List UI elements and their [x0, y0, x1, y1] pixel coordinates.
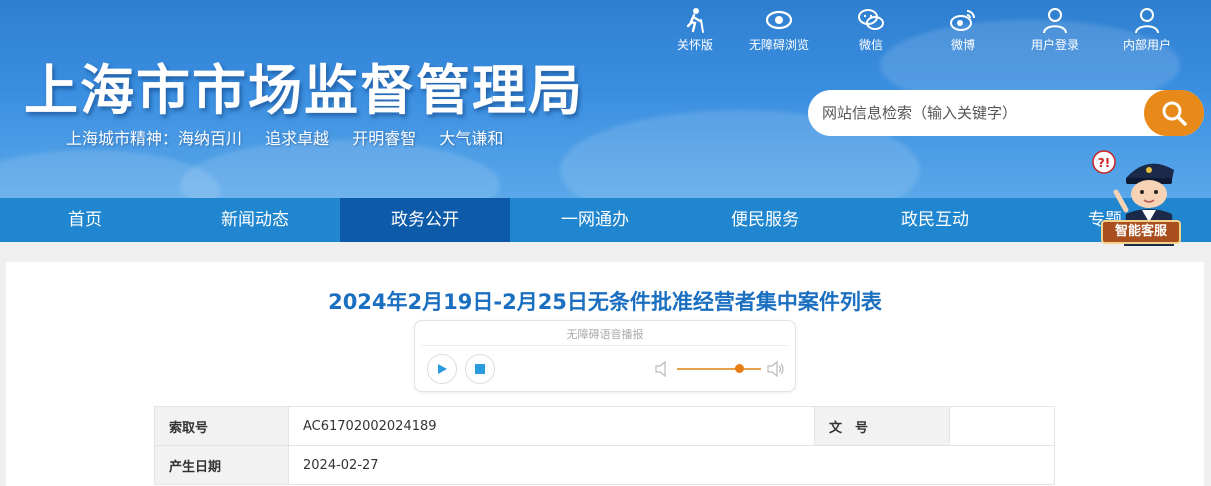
date-value: 2024-02-27 — [288, 445, 1055, 485]
play-icon — [438, 364, 447, 374]
document-meta-table: 索取号 AC61702002024189 文 号 产生日期 2024-02-27 — [154, 406, 1055, 485]
user-login-link[interactable]: 用户登录 — [1009, 6, 1101, 53]
player-title: 无障碍语音播报 — [566, 328, 644, 341]
svg-text:?!: ?! — [1098, 156, 1110, 170]
article-content: 2024年2月19日-2月25日无条件批准经营者集中案件列表 无障碍语音播报 索… — [6, 262, 1204, 486]
stop-button[interactable] — [465, 354, 495, 384]
user-icon — [1043, 8, 1067, 34]
search-input[interactable] — [822, 98, 1142, 128]
cloud-decoration — [0, 150, 220, 198]
volume-slider-handle[interactable] — [735, 364, 744, 373]
table-row: 产生日期 2024-02-27 — [154, 445, 1055, 485]
nav-item-interaction[interactable]: 政民互动 — [850, 198, 1020, 242]
search-button[interactable] — [1144, 90, 1204, 136]
wechat-link[interactable]: 微信 — [825, 6, 917, 53]
eye-icon — [765, 10, 793, 30]
site-title[interactable]: 上海市市场监督管理局 — [24, 46, 584, 125]
weibo-icon — [950, 10, 975, 31]
play-button[interactable] — [427, 354, 457, 384]
motto-part: 上海城市精神：海纳百川 — [66, 129, 243, 148]
elderly-care-icon — [686, 8, 704, 33]
nav-item-public-services[interactable]: 便民服务 — [680, 198, 850, 242]
index-number-label: 索取号 — [154, 406, 289, 446]
nav-item-online-services[interactable]: 一网通办 — [510, 198, 680, 242]
internal-user-link[interactable]: 内部用户 — [1101, 6, 1193, 53]
volume-high-icon[interactable] — [767, 361, 785, 377]
article-title: 2024年2月19日-2月25日无条件批准经营者集中案件列表 — [328, 290, 882, 314]
motto-part: 大气谦和 — [439, 129, 504, 148]
link-label: 内部用户 — [1122, 38, 1171, 52]
link-label: 微博 — [950, 38, 975, 52]
site-header: 上海市市场监督管理局 上海城市精神：海纳百川 追求卓越 开明睿智 大气谦和 关怀… — [0, 0, 1211, 198]
volume-low-icon[interactable] — [655, 361, 669, 377]
motto-part: 追求卓越 — [265, 129, 330, 148]
accessible-browse-link[interactable]: 无障碍浏览 — [733, 6, 825, 53]
smart-service-button[interactable]: 智能客服 — [1101, 220, 1181, 244]
stop-icon — [475, 364, 485, 374]
document-number-value — [949, 406, 1055, 446]
wechat-icon — [858, 9, 884, 30]
link-label: 无障碍浏览 — [748, 38, 809, 52]
nav-item-news[interactable]: 新闻动态 — [170, 198, 340, 242]
main-nav: 首页 新闻动态 政务公开 一网通办 便民服务 政民互动 专题 — [0, 198, 1211, 242]
nav-item-home[interactable]: 首页 — [0, 198, 170, 242]
city-motto: 上海城市精神：海纳百川 追求卓越 开明睿智 大气谦和 — [66, 125, 521, 149]
nav-item-government-affairs[interactable]: 政务公开 — [340, 198, 510, 242]
audio-player: 无障碍语音播报 — [414, 320, 796, 392]
link-label: 微信 — [858, 38, 883, 52]
link-label: 用户登录 — [1030, 38, 1079, 52]
search-icon — [1162, 101, 1187, 126]
site-search — [808, 90, 1204, 136]
volume-slider-track[interactable] — [677, 368, 761, 370]
divider — [421, 345, 789, 346]
motto-part: 开明睿智 — [352, 129, 417, 148]
index-number-value: AC61702002024189 — [288, 406, 815, 446]
weibo-link[interactable]: 微博 — [917, 6, 1009, 53]
elderly-care-link[interactable]: 关怀版 — [657, 6, 733, 53]
link-label: 关怀版 — [676, 38, 713, 52]
table-row: 索取号 AC61702002024189 文 号 — [154, 406, 1055, 446]
user-icon — [1135, 8, 1159, 34]
top-links: 关怀版 无障碍浏览 微信 微博 用户登录 内部用户 — [657, 6, 1193, 53]
document-number-label: 文 号 — [814, 406, 950, 446]
date-label: 产生日期 — [154, 445, 289, 485]
